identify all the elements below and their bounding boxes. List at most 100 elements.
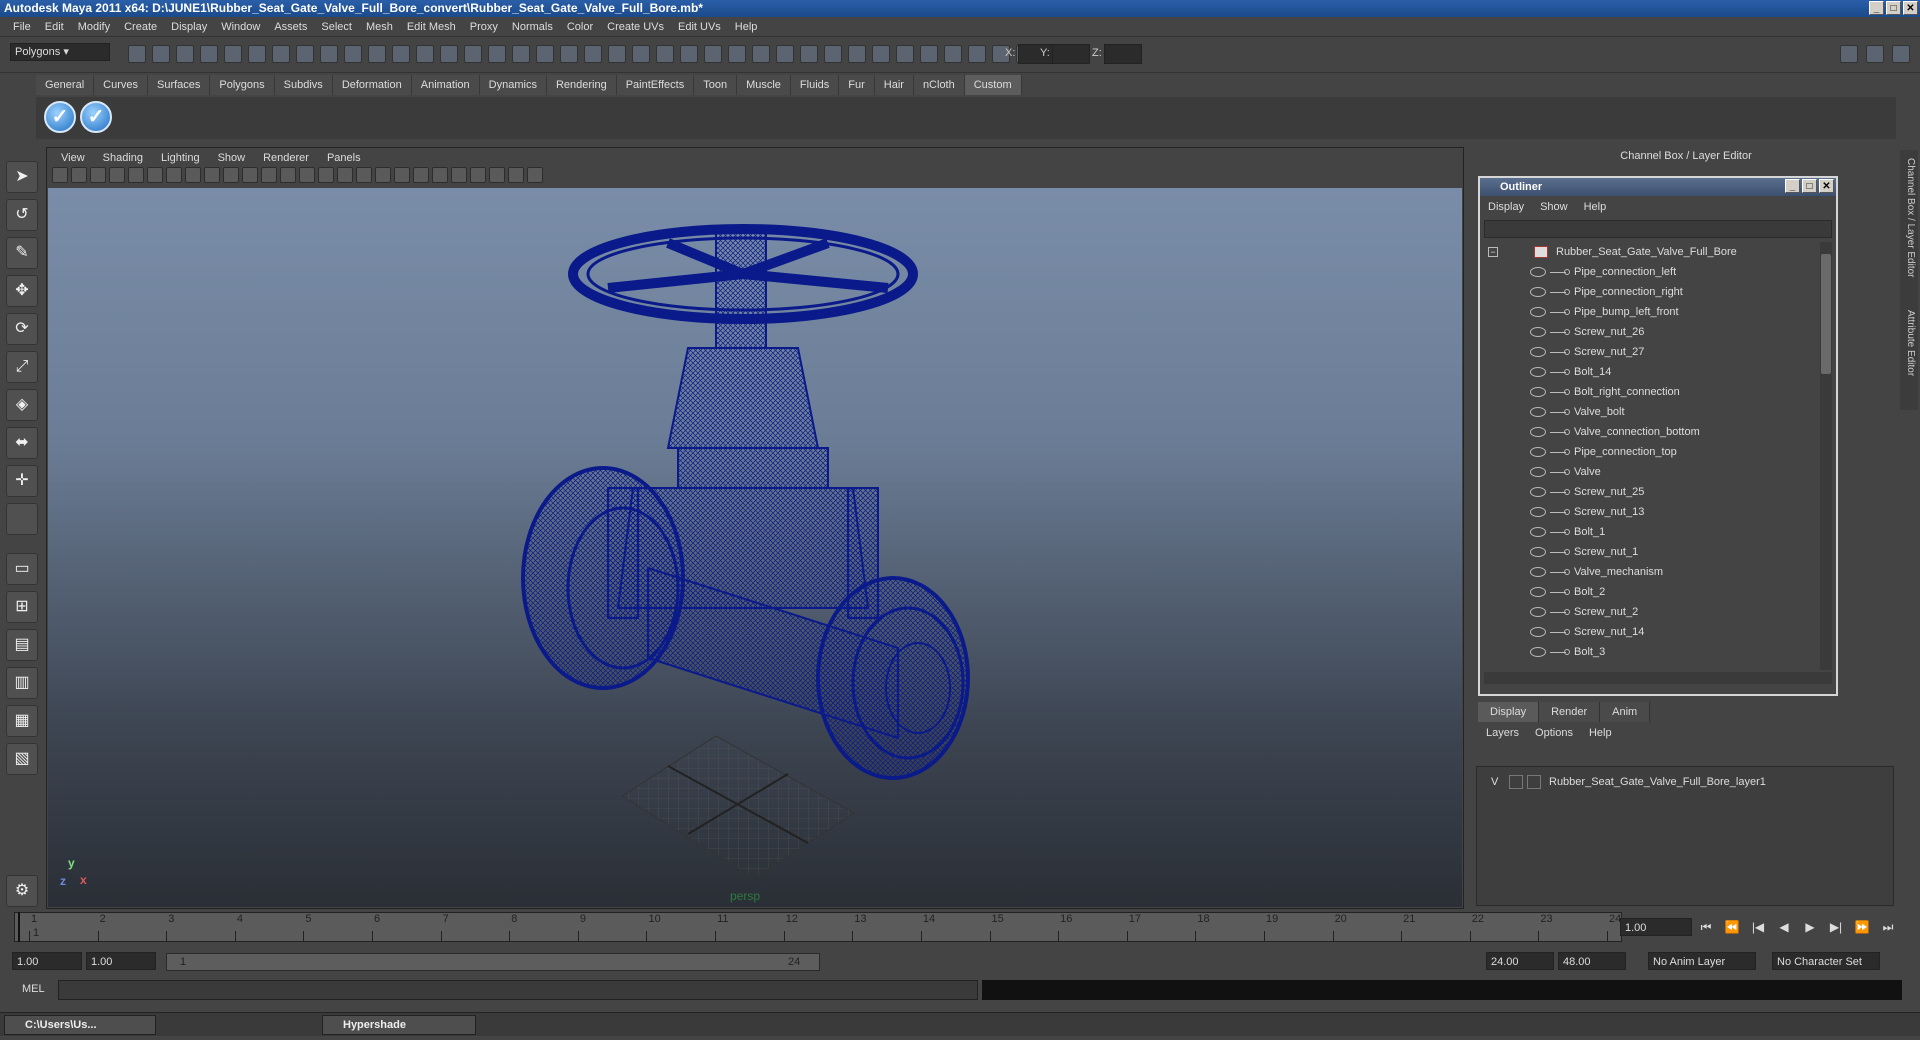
shelf-tab-ncloth[interactable]: nCloth	[913, 75, 965, 95]
outliner-item[interactable]: Screw_nut_27	[1484, 342, 1814, 362]
status-line-tool-icon[interactable]	[392, 45, 410, 63]
menu-color[interactable]: Color	[560, 17, 600, 36]
outliner-item[interactable]: Bolt_3	[1484, 642, 1814, 662]
outliner-item[interactable]: Bolt_1	[1484, 522, 1814, 542]
hypershade-window-tab[interactable]: Hypershade	[322, 1015, 476, 1035]
outliner-filter-field[interactable]	[1484, 220, 1832, 238]
shelf-tab-custom[interactable]: Custom	[964, 75, 1022, 95]
viewport-toolbar-icon[interactable]	[109, 167, 125, 183]
menu-proxy[interactable]: Proxy	[463, 17, 505, 36]
menu-assets[interactable]: Assets	[267, 17, 314, 36]
shelf-tab-hair[interactable]: Hair	[874, 75, 914, 95]
go-to-end-icon[interactable]: ⏭	[1878, 918, 1898, 936]
last-tool-icon[interactable]	[6, 503, 38, 535]
status-line-tool-icon[interactable]	[944, 45, 962, 63]
layer-tab-anim[interactable]: Anim	[1600, 702, 1651, 722]
mel-input[interactable]	[58, 980, 978, 1000]
outliner-root-row[interactable]: − Rubber_Seat_Gate_Valve_Full_Bore	[1484, 242, 1814, 262]
menu-edit-mesh[interactable]: Edit Mesh	[400, 17, 463, 36]
play-forward-icon[interactable]: ▶	[1800, 918, 1820, 936]
play-backward-icon[interactable]: ◀	[1774, 918, 1794, 936]
status-line-tool-icon[interactable]	[320, 45, 338, 63]
status-line-tool-icon[interactable]	[656, 45, 674, 63]
status-line-tool-icon[interactable]	[224, 45, 242, 63]
step-forward-key-icon[interactable]: ⏩	[1852, 918, 1872, 936]
shelf-tab-deformation[interactable]: Deformation	[332, 75, 412, 95]
shelf-tab-curves[interactable]: Curves	[94, 75, 148, 95]
anim-start-field[interactable]: 1.00	[86, 952, 156, 970]
status-line-tool-icon[interactable]	[680, 45, 698, 63]
viewport-menu-view[interactable]: View	[52, 149, 94, 167]
viewport-toolbar-icon[interactable]	[432, 167, 448, 183]
maximize-button[interactable]: □	[1886, 1, 1901, 15]
menu-edit-uvs[interactable]: Edit UVs	[671, 17, 728, 36]
viewport-toolbar-icon[interactable]	[185, 167, 201, 183]
viewport-toolbar-icon[interactable]	[90, 167, 106, 183]
collapse-icon[interactable]: −	[1488, 247, 1498, 257]
viewport-toolbar-icon[interactable]	[337, 167, 353, 183]
outliner-layout-icon[interactable]: ▤	[6, 629, 38, 661]
hypershade-layout-icon[interactable]: ▦	[6, 705, 38, 737]
status-line-tool-icon[interactable]	[872, 45, 890, 63]
status-line-tool-icon[interactable]	[728, 45, 746, 63]
viewport-toolbar-icon[interactable]	[451, 167, 467, 183]
status-line-tool-icon[interactable]	[704, 45, 722, 63]
viewport-toolbar-icon[interactable]	[147, 167, 163, 183]
script-layout-icon[interactable]: ▧	[6, 743, 38, 775]
viewport-toolbar-icon[interactable]	[413, 167, 429, 183]
show-manip-icon[interactable]: ✛	[6, 465, 38, 497]
select-tool-icon[interactable]: ➤	[6, 161, 38, 193]
viewport-menu-shading[interactable]: Shading	[94, 149, 152, 167]
menu-mesh[interactable]: Mesh	[359, 17, 400, 36]
time-slider[interactable]: 1 2 3 4 5 6 7 8 9 10 11 12 13 14 15 16 17 18 19 20 21 22 23 24 1	[14, 912, 1622, 942]
menu-file[interactable]: File	[6, 17, 38, 36]
viewport-toolbar-icon[interactable]	[242, 167, 258, 183]
y-coord-field[interactable]	[1052, 44, 1090, 64]
four-pane-layout-icon[interactable]: ⊞	[6, 591, 38, 623]
viewport-toolbar-icon[interactable]	[356, 167, 372, 183]
outliner-vertical-scrollbar[interactable]	[1820, 242, 1832, 670]
status-line-tool-icon[interactable]	[968, 45, 986, 63]
character-set-select[interactable]: No Character Set	[1772, 952, 1880, 970]
outliner-scroll-thumb[interactable]	[1821, 254, 1831, 374]
menu-modify[interactable]: Modify	[71, 17, 117, 36]
viewport-toolbar-icon[interactable]	[128, 167, 144, 183]
menu-create[interactable]: Create	[117, 17, 164, 36]
outliner-item[interactable]: Valve_bolt	[1484, 402, 1814, 422]
viewport-menu-show[interactable]: Show	[209, 149, 255, 167]
menu-edit[interactable]: Edit	[38, 17, 71, 36]
layer-tab-render[interactable]: Render	[1539, 702, 1601, 722]
end-time-field[interactable]: 24.00	[1486, 952, 1554, 970]
outliner-menu-display[interactable]: Display	[1480, 198, 1532, 216]
layer-visibility-toggle[interactable]: V	[1491, 773, 1498, 791]
status-line-tool-icon[interactable]	[488, 45, 506, 63]
layer-type-toggle[interactable]	[1509, 775, 1523, 789]
channel-box-tab[interactable]: Channel Box / Layer Editor	[1902, 158, 1916, 278]
range-slider[interactable]	[166, 953, 820, 971]
current-frame-marker[interactable]	[18, 912, 20, 942]
soft-mod-icon[interactable]: ⬌	[6, 427, 38, 459]
x-coord-field[interactable]	[1018, 44, 1056, 64]
menu-create-uvs[interactable]: Create UVs	[600, 17, 671, 36]
status-line-tool-icon[interactable]	[920, 45, 938, 63]
lasso-tool-icon[interactable]: ↺	[6, 199, 38, 231]
viewport-toolbar-icon[interactable]	[489, 167, 505, 183]
layer-tab-display[interactable]: Display	[1478, 702, 1540, 722]
status-line-tool-icon[interactable]	[344, 45, 362, 63]
close-button[interactable]: ✕	[1903, 1, 1918, 15]
viewport-menu-renderer[interactable]: Renderer	[254, 149, 318, 167]
status-line-tool-icon[interactable]	[272, 45, 290, 63]
status-line-tool-icon[interactable]	[416, 45, 434, 63]
viewport-toolbar-icon[interactable]	[71, 167, 87, 183]
outliner-item[interactable]: Screw_nut_26	[1484, 322, 1814, 342]
status-line-tool-icon[interactable]	[800, 45, 818, 63]
outliner-item[interactable]: Bolt_14	[1484, 362, 1814, 382]
status-line-tool-icon[interactable]	[512, 45, 530, 63]
rotate-tool-icon[interactable]: ⟳	[6, 313, 38, 345]
manipulator-icon[interactable]: ◈	[6, 389, 38, 421]
panel-toggle-icon[interactable]	[1866, 45, 1884, 63]
shelf-tab-painteffects[interactable]: PaintEffects	[616, 75, 695, 95]
status-line-tool-icon[interactable]	[296, 45, 314, 63]
status-line-tool-icon[interactable]	[896, 45, 914, 63]
panel-toggle-icon[interactable]	[1892, 45, 1910, 63]
